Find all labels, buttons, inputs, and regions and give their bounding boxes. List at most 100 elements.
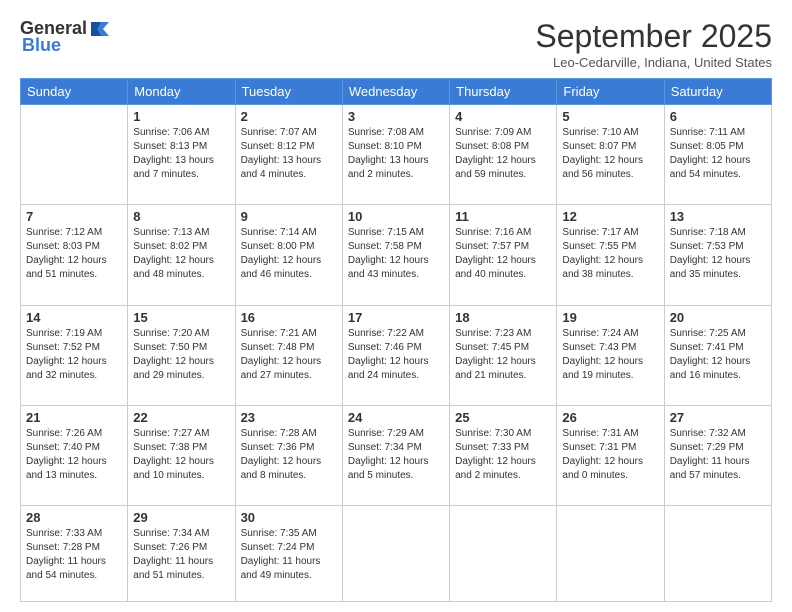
day-info: Sunrise: 7:29 AM Sunset: 7:34 PM Dayligh… [348, 427, 444, 483]
calendar-cell: 11 Sunrise: 7:16 AM Sunset: 7:57 PM Dayli… [450, 205, 557, 305]
day-number: 14 [26, 310, 122, 325]
day-number: 8 [133, 209, 229, 224]
day-number: 30 [241, 510, 337, 525]
day-info: Sunrise: 7:08 AM Sunset: 8:10 PM Dayligh… [348, 126, 444, 182]
calendar-cell: 10Sunrise: 7:15 AM Sunset: 7:58 PM Dayli… [342, 205, 449, 305]
day-info: Sunrise: 7:31 AM Sunset: 7:31 PM Dayligh… [562, 427, 658, 483]
calendar-cell: 28 Sunrise: 7:33 AM Sunset: 7:28 PM Dayli… [21, 506, 128, 602]
day-number: 26 [562, 410, 658, 425]
day-info: Sunrise: 7:15 AM Sunset: 7:58 PM Dayligh… [348, 226, 444, 282]
calendar-cell: 9 Sunrise: 7:14 AM Sunset: 8:00 PM Daylig… [235, 205, 342, 305]
day-number: 18 [455, 310, 551, 325]
day-info: Sunrise: 7:32 AM Sunset: 7:29 PM Dayligh… [670, 427, 766, 483]
day-info: Sunrise: 7:33 AM Sunset: 7:28 PM Dayligh… [26, 527, 122, 583]
day-number: 24 [348, 410, 444, 425]
day-number: 19 [562, 310, 658, 325]
day-info: Sunrise: 7:26 AM Sunset: 7:40 PM Dayligh… [26, 427, 122, 483]
calendar-cell: 4 Sunrise: 7:09 AM Sunset: 8:08 PM Daylig… [450, 105, 557, 205]
logo-flag-icon [89, 20, 111, 38]
calendar-cell: 30 Sunrise: 7:35 AM Sunset: 7:24 PM Dayli… [235, 506, 342, 602]
day-info: Sunrise: 7:27 AM Sunset: 7:38 PM Dayligh… [133, 427, 229, 483]
calendar-cell: 16Sunrise: 7:21 AM Sunset: 7:48 PM Dayli… [235, 305, 342, 405]
calendar-cell: 12Sunrise: 7:17 AM Sunset: 7:55 PM Dayli… [557, 205, 664, 305]
day-info: Sunrise: 7:20 AM Sunset: 7:50 PM Dayligh… [133, 327, 229, 383]
calendar-cell: 20 Sunrise: 7:25 AM Sunset: 7:41 PM Dayli… [664, 305, 771, 405]
day-info: Sunrise: 7:11 AM Sunset: 8:05 PM Dayligh… [670, 126, 766, 182]
day-info: Sunrise: 7:07 AM Sunset: 8:12 PM Dayligh… [241, 126, 337, 182]
day-number: 17 [348, 310, 444, 325]
day-info: Sunrise: 7:09 AM Sunset: 8:08 PM Dayligh… [455, 126, 551, 182]
calendar-cell: 18 Sunrise: 7:23 AM Sunset: 7:45 PM Dayli… [450, 305, 557, 405]
day-number: 28 [26, 510, 122, 525]
day-header-friday: Friday [557, 79, 664, 105]
day-info: Sunrise: 7:13 AM Sunset: 8:02 PM Dayligh… [133, 226, 229, 282]
day-number: 23 [241, 410, 337, 425]
calendar-cell: 14Sunrise: 7:19 AM Sunset: 7:52 PM Dayli… [21, 305, 128, 405]
day-info: Sunrise: 7:17 AM Sunset: 7:55 PM Dayligh… [562, 226, 658, 282]
calendar-cell: 23 Sunrise: 7:28 AM Sunset: 7:36 PM Dayli… [235, 405, 342, 505]
calendar-cell: 17 Sunrise: 7:22 AM Sunset: 7:46 PM Dayli… [342, 305, 449, 405]
day-header-saturday: Saturday [664, 79, 771, 105]
calendar-cell: 2Sunrise: 7:07 AM Sunset: 8:12 PM Daylig… [235, 105, 342, 205]
day-number: 16 [241, 310, 337, 325]
calendar-table: SundayMondayTuesdayWednesdayThursdayFrid… [20, 78, 772, 602]
day-info: Sunrise: 7:25 AM Sunset: 7:41 PM Dayligh… [670, 327, 766, 383]
day-info: Sunrise: 7:10 AM Sunset: 8:07 PM Dayligh… [562, 126, 658, 182]
day-number: 5 [562, 109, 658, 124]
day-info: Sunrise: 7:34 AM Sunset: 7:26 PM Dayligh… [133, 527, 229, 583]
day-info: Sunrise: 7:28 AM Sunset: 7:36 PM Dayligh… [241, 427, 337, 483]
day-header-sunday: Sunday [21, 79, 128, 105]
day-number: 7 [26, 209, 122, 224]
day-number: 1 [133, 109, 229, 124]
calendar-cell: 1 Sunrise: 7:06 AM Sunset: 8:13 PM Daylig… [128, 105, 235, 205]
day-info: Sunrise: 7:14 AM Sunset: 8:00 PM Dayligh… [241, 226, 337, 282]
calendar-cell: 8 Sunrise: 7:13 AM Sunset: 8:02 PM Daylig… [128, 205, 235, 305]
page: General Blue September 2025 Leo-Cedarvil… [0, 0, 792, 612]
calendar-cell [664, 506, 771, 602]
calendar-cell: 3 Sunrise: 7:08 AM Sunset: 8:10 PM Daylig… [342, 105, 449, 205]
calendar-cell: 13 Sunrise: 7:18 AM Sunset: 7:53 PM Dayli… [664, 205, 771, 305]
day-info: Sunrise: 7:16 AM Sunset: 7:57 PM Dayligh… [455, 226, 551, 282]
day-number: 15 [133, 310, 229, 325]
day-info: Sunrise: 7:12 AM Sunset: 8:03 PM Dayligh… [26, 226, 122, 282]
day-header-thursday: Thursday [450, 79, 557, 105]
calendar-cell [342, 506, 449, 602]
day-info: Sunrise: 7:35 AM Sunset: 7:24 PM Dayligh… [241, 527, 337, 583]
day-number: 22 [133, 410, 229, 425]
day-number: 13 [670, 209, 766, 224]
location: Leo-Cedarville, Indiana, United States [535, 55, 772, 70]
logo: General Blue [20, 18, 111, 56]
title-area: September 2025 Leo-Cedarville, Indiana, … [535, 18, 772, 70]
day-number: 21 [26, 410, 122, 425]
day-header-monday: Monday [128, 79, 235, 105]
month-title: September 2025 [535, 18, 772, 55]
calendar-cell: 21 Sunrise: 7:26 AM Sunset: 7:40 PM Dayli… [21, 405, 128, 505]
day-number: 6 [670, 109, 766, 124]
calendar-cell: 5 Sunrise: 7:10 AM Sunset: 8:07 PM Daylig… [557, 105, 664, 205]
day-info: Sunrise: 7:22 AM Sunset: 7:46 PM Dayligh… [348, 327, 444, 383]
header: General Blue September 2025 Leo-Cedarvil… [20, 18, 772, 70]
day-number: 3 [348, 109, 444, 124]
calendar-cell: 22 Sunrise: 7:27 AM Sunset: 7:38 PM Dayli… [128, 405, 235, 505]
day-info: Sunrise: 7:23 AM Sunset: 7:45 PM Dayligh… [455, 327, 551, 383]
calendar-cell [557, 506, 664, 602]
day-header-wednesday: Wednesday [342, 79, 449, 105]
day-number: 27 [670, 410, 766, 425]
calendar-cell: 26 Sunrise: 7:31 AM Sunset: 7:31 PM Dayli… [557, 405, 664, 505]
calendar-cell: 7 Sunrise: 7:12 AM Sunset: 8:03 PM Daylig… [21, 205, 128, 305]
day-header-tuesday: Tuesday [235, 79, 342, 105]
calendar-cell: 24 Sunrise: 7:29 AM Sunset: 7:34 PM Dayli… [342, 405, 449, 505]
day-info: Sunrise: 7:24 AM Sunset: 7:43 PM Dayligh… [562, 327, 658, 383]
day-info: Sunrise: 7:06 AM Sunset: 8:13 PM Dayligh… [133, 126, 229, 182]
calendar-cell: 29Sunrise: 7:34 AM Sunset: 7:26 PM Dayli… [128, 506, 235, 602]
calendar-cell: 6 Sunrise: 7:11 AM Sunset: 8:05 PM Daylig… [664, 105, 771, 205]
day-number: 9 [241, 209, 337, 224]
day-info: Sunrise: 7:18 AM Sunset: 7:53 PM Dayligh… [670, 226, 766, 282]
calendar-cell [21, 105, 128, 205]
logo-blue-text: Blue [22, 35, 61, 56]
day-number: 11 [455, 209, 551, 224]
day-number: 4 [455, 109, 551, 124]
calendar-cell: 27 Sunrise: 7:32 AM Sunset: 7:29 PM Dayli… [664, 405, 771, 505]
day-number: 20 [670, 310, 766, 325]
day-number: 25 [455, 410, 551, 425]
